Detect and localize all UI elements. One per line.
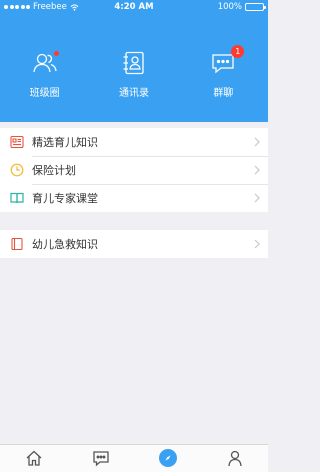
battery-icon [245, 3, 266, 11]
shortcut-contacts[interactable]: 通讯录 [89, 50, 178, 104]
tab-discover[interactable] [134, 445, 201, 472]
message-icon [92, 451, 109, 467]
home-icon [26, 450, 41, 466]
list-item-label: 精选育儿知识 [32, 136, 98, 149]
tab-profile[interactable] [201, 445, 268, 472]
notification-dot [53, 51, 59, 56]
class-circle-icon [32, 50, 59, 76]
battery-percent: 100% [217, 2, 242, 12]
bottom-tab-bar [0, 444, 268, 472]
menu-list-primary: 精选育儿知识 保险计划 育儿专家课堂 [0, 128, 268, 212]
chevron-right-icon [254, 137, 260, 147]
unread-badge: 1 [231, 45, 245, 58]
status-bar: Freebee 4:20 AM 100% [0, 0, 268, 16]
shortcut-row: 班级圈 通讯录 1 群聊 [0, 45, 268, 104]
profile-icon [227, 450, 242, 467]
shortcut-label: 通讯录 [118, 88, 149, 99]
list-item-insurance-plan[interactable]: 保险计划 [0, 156, 268, 184]
tab-messages[interactable] [67, 445, 134, 472]
book-icon [10, 191, 24, 205]
tab-home[interactable] [0, 445, 67, 472]
group-chat-icon: 1 [210, 45, 245, 76]
clock-icon [10, 163, 24, 177]
article-icon [10, 135, 24, 149]
discover-icon [158, 449, 177, 467]
list-item-parenting-knowledge[interactable]: 精选育儿知识 [0, 128, 268, 156]
list-item-label: 幼儿急救知识 [32, 238, 98, 251]
menu-list-secondary: 幼儿急救知识 [0, 230, 268, 258]
list-item-first-aid[interactable]: 幼儿急救知识 [0, 230, 268, 258]
shortcut-class-circle[interactable]: 班级圈 [0, 50, 89, 104]
chevron-right-icon [254, 239, 260, 249]
list-item-label: 育儿专家课堂 [32, 192, 98, 205]
shortcut-label: 群聊 [213, 88, 234, 99]
header: Freebee 4:20 AM 100% 班级圈 通讯录 1 群聊 [0, 0, 268, 122]
chevron-right-icon [254, 193, 260, 203]
contacts-icon [121, 50, 147, 76]
list-item-expert-class[interactable]: 育儿专家课堂 [0, 184, 268, 212]
chevron-right-icon [254, 165, 260, 175]
shortcut-label: 班级圈 [29, 88, 60, 99]
notebook-icon [10, 237, 24, 251]
list-item-label: 保险计划 [32, 164, 76, 177]
shortcut-group-chat[interactable]: 1 群聊 [179, 45, 268, 104]
